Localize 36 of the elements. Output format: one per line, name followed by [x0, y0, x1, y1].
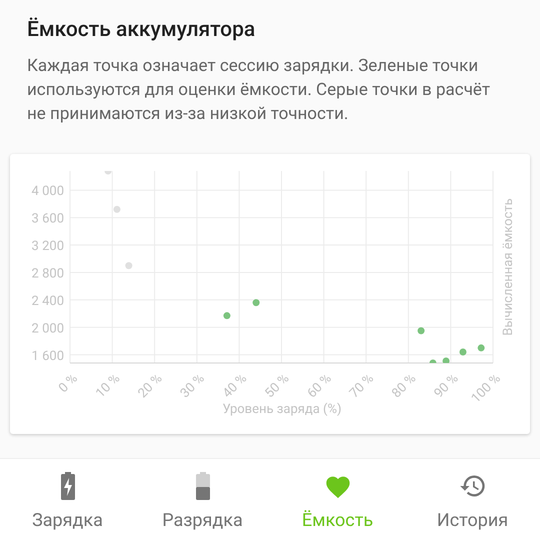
x-axis-label: Уровень заряда (%)	[222, 402, 342, 417]
data-point	[252, 299, 260, 306]
nav-tab[interactable]: Зарядка	[0, 459, 135, 542]
x-tick-label: 80 %	[389, 371, 420, 402]
x-tick-label: 100 %	[468, 371, 504, 406]
x-tick-label: 10 %	[93, 371, 124, 402]
data-point	[429, 360, 436, 363]
x-tick-label: 30 %	[178, 371, 208, 402]
page-title: Ёмкость аккумулятора	[27, 16, 256, 44]
data-point	[418, 327, 425, 334]
y-axis-label: Вычисленная ёмкость	[501, 198, 516, 336]
x-tick-label: 90 %	[432, 371, 462, 402]
y-tick-label: 2 400	[32, 294, 64, 309]
y-tick-label: 3 200	[32, 239, 64, 254]
x-tick-label: 0 %	[56, 371, 81, 396]
data-point	[478, 344, 485, 352]
data-point	[442, 357, 450, 363]
x-tick-label: 20 %	[135, 371, 166, 402]
x-tick-label: 50 %	[262, 371, 292, 402]
nav-tab[interactable]: Разрядка	[135, 459, 270, 542]
y-tick-label: 2 800	[32, 266, 64, 282]
data-point	[113, 206, 120, 213]
half-battery-icon	[196, 472, 210, 500]
y-tick-label: 1 600	[32, 348, 64, 364]
x-tick-label: 70 %	[346, 371, 377, 402]
data-point	[125, 262, 132, 270]
data-point	[223, 312, 230, 320]
charging-battery-icon	[60, 472, 74, 500]
y-tick-label: 2 000	[32, 321, 64, 336]
y-tick-label: 4 000	[32, 184, 64, 200]
description-text: Каждая точка означает сессию зарядки. Зеленые точки используются для оценки ёмкости. Серые точки в расчёт не принимаются из-за низкой точности.	[27, 55, 492, 126]
data-point	[459, 348, 466, 356]
nav-tab[interactable]: История	[405, 459, 540, 542]
x-tick-label: 40 %	[220, 371, 250, 402]
x-tick-label: 60 %	[304, 371, 335, 402]
y-tick-label: 3 600	[32, 212, 64, 227]
